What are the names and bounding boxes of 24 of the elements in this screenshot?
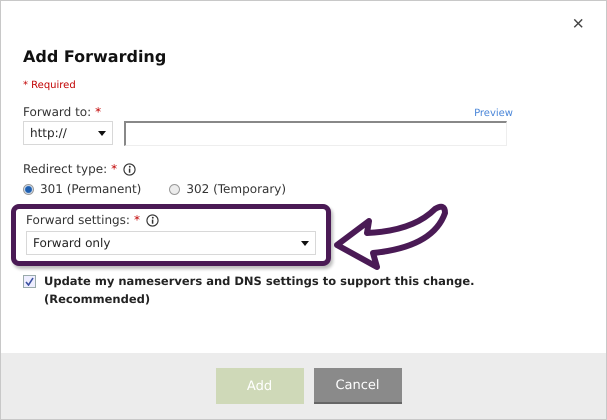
field-label: Forward settings: <box>26 213 130 227</box>
dialog-title: Add Forwarding <box>23 47 168 66</box>
protocol-select[interactable]: http:// <box>23 121 113 145</box>
radio-label: 302 (Temporary) <box>186 182 286 196</box>
field-label: Forward to: <box>23 105 92 119</box>
close-button[interactable]: × <box>572 13 584 36</box>
required-mark: * <box>134 213 140 227</box>
info-icon[interactable] <box>146 214 159 226</box>
radio-label: 301 (Permanent) <box>40 182 142 196</box>
caret-icon <box>98 130 106 136</box>
radio-button[interactable] <box>23 184 34 194</box>
required-note: * Required <box>23 80 77 91</box>
field-label: Redirect type: <box>23 162 108 176</box>
checkbox[interactable] <box>23 275 36 288</box>
forward-settings-select[interactable]: Forward only <box>26 231 316 255</box>
url-input[interactable] <box>124 121 507 146</box>
required-mark: * <box>95 105 102 119</box>
checkbox-label: Update my nameservers and DNS settings to support this change. (Recommended) <box>44 273 476 308</box>
preview-link[interactable]: Preview <box>474 108 513 119</box>
required-mark: * <box>111 162 118 176</box>
caret-icon <box>301 240 309 246</box>
radio-button[interactable] <box>169 184 180 194</box>
check-icon <box>25 277 34 286</box>
info-icon[interactable] <box>123 162 136 176</box>
